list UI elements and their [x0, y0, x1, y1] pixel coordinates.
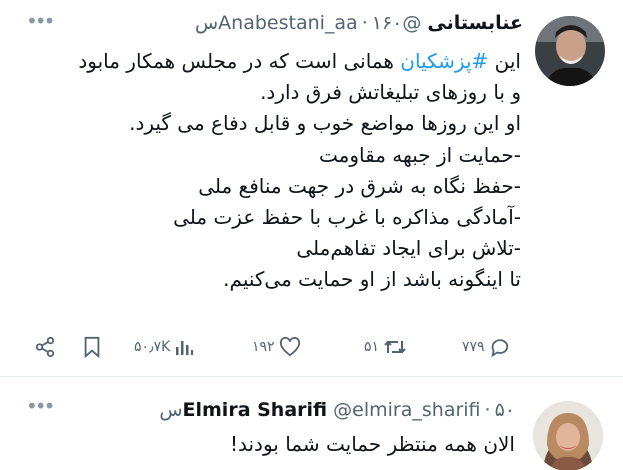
bookmark-icon: [84, 336, 100, 358]
reply-icon: [490, 339, 508, 358]
display-name[interactable]: Elmira Sharifi: [183, 399, 328, 421]
views-button[interactable]: ۵۰٫۷K: [134, 332, 194, 362]
display-name[interactable]: عنابستانی: [427, 12, 523, 34]
tweet-line: او این روزها مواضع خوب و قابل دفاع می گی…: [129, 111, 521, 136]
retweet-count: ۵۱: [364, 339, 380, 355]
reply-button[interactable]: ۷۷۹: [462, 332, 511, 362]
tweet-line: -آمادگی مذاکره با غرب با حفظ عزت ملی: [173, 205, 521, 230]
retweet-button[interactable]: ۵۱: [364, 332, 407, 362]
more-options-icon[interactable]: •••: [26, 396, 55, 416]
like-button[interactable]: ۱۹۲: [252, 332, 301, 362]
share-icon: [35, 336, 55, 358]
avatar[interactable]: [535, 16, 605, 86]
action-bar: ۵۰٫۷K ۱۹۲ ۵۱ ۷۷۹: [30, 332, 523, 362]
user-handle[interactable]: @elmira_sharifi: [333, 399, 480, 421]
like-count: ۱۹۲: [252, 339, 275, 355]
reply-tweet[interactable]: ••• Elmira Sharifi @elmira_sharifi ·۵۰س ا…: [0, 376, 623, 470]
tweet-line: -حفظ نگاه به شرق در جهت منافع ملی: [198, 173, 521, 198]
views-count: ۵۰٫۷K: [134, 339, 171, 355]
tweet-line: -حمایت از جبهه مقاومت: [318, 142, 521, 167]
more-options-icon[interactable]: •••: [26, 11, 55, 31]
tweet-line: و با روزهای تبلیغاتش فرق دارد.: [260, 80, 521, 105]
retweet-icon: [384, 340, 406, 354]
tweet-text: الان همه منتظر حمایت شما بودند!: [45, 429, 515, 459]
like-icon: [279, 337, 300, 357]
reply-count: ۷۷۹: [462, 339, 485, 355]
tweet-line: -تلاش برای ایجاد تفاهم‌ملی: [296, 236, 521, 261]
share-button[interactable]: [34, 332, 56, 362]
tweet-line: تا اینگونه باشد از او حمایت می‌کنیم.: [223, 267, 521, 292]
separator-dot: ·: [361, 12, 368, 34]
tweet-header: Elmira Sharifi @elmira_sharifi ·۵۰س: [159, 397, 515, 423]
bookmark-button[interactable]: [82, 332, 102, 362]
hashtag-link[interactable]: #پزشکیان: [400, 49, 488, 73]
views-icon: [176, 341, 194, 355]
main-tweet[interactable]: ••• عنابستانی @Anabestani_aa·۱۶۰س این #پ…: [0, 0, 623, 376]
avatar[interactable]: [533, 401, 603, 470]
tweet-line: الان همه منتظر حمایت شما بودند!: [229, 432, 515, 456]
separator-dot: ·: [484, 399, 491, 421]
tweet-line: این #پزشکیان همانی است که در مجلس همکار …: [78, 49, 521, 73]
tweet-text: این #پزشکیان همانی است که در مجلس همکار …: [21, 46, 521, 296]
tweet-header: عنابستانی @Anabestani_aa·۱۶۰س: [195, 10, 523, 36]
